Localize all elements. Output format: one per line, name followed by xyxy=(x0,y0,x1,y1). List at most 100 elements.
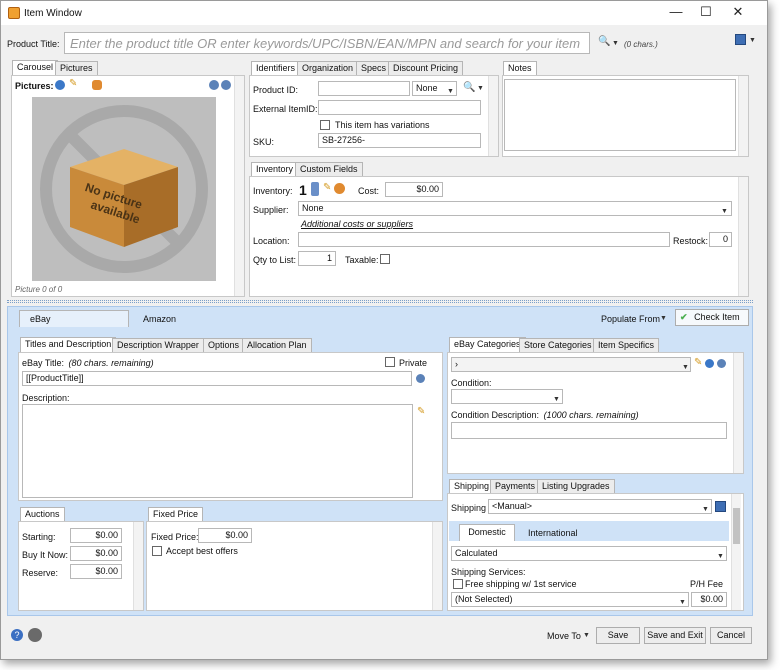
condition-description-input[interactable] xyxy=(451,422,727,439)
camera-icon[interactable] xyxy=(92,80,102,90)
shipping-scroll-thumb[interactable] xyxy=(733,508,740,544)
supplier-value: None xyxy=(302,203,324,213)
reserve-input[interactable]: $0.00 xyxy=(70,564,122,579)
title-options-icon[interactable] xyxy=(416,374,425,383)
tab-organization[interactable]: Organization xyxy=(297,61,359,75)
tab-carousel[interactable]: Carousel xyxy=(12,60,59,75)
free-shipping-checkbox[interactable] xyxy=(453,579,463,589)
location-input[interactable] xyxy=(298,232,670,247)
tab-item-specifics[interactable]: Item Specifics xyxy=(593,338,660,352)
populate-from-button[interactable]: Populate From xyxy=(601,314,660,324)
save-and-exit-button[interactable]: Save and Exit xyxy=(644,627,706,644)
edit-inventory-icon[interactable]: ✎ xyxy=(323,183,331,193)
tab-custom-fields[interactable]: Custom Fields xyxy=(295,162,363,176)
shipping-service-select[interactable]: (Not Selected) ▼ xyxy=(451,592,689,607)
notes-scrollbar[interactable] xyxy=(738,76,748,156)
inventory-scrollbar[interactable] xyxy=(738,177,748,296)
close-button[interactable]: ✕ xyxy=(723,1,753,25)
buy-it-now-input[interactable]: $0.00 xyxy=(70,546,122,561)
restock-input[interactable]: 0 xyxy=(709,232,732,247)
minimize-button[interactable]: — xyxy=(661,1,691,25)
tab-titles-description[interactable]: Titles and Description xyxy=(20,337,117,352)
product-id-input[interactable] xyxy=(318,81,410,96)
search-icon[interactable]: 🔍 xyxy=(598,37,610,47)
tab-ebay[interactable]: eBay xyxy=(19,310,129,327)
tab-listing-upgrades[interactable]: Listing Upgrades xyxy=(537,479,615,493)
tab-fixed-price[interactable]: Fixed Price xyxy=(148,507,204,522)
product-id-type-select[interactable]: None ▼ xyxy=(412,81,457,96)
tab-description-wrapper[interactable]: Description Wrapper xyxy=(112,338,204,352)
private-checkbox[interactable] xyxy=(385,357,395,367)
browse-category-icon[interactable] xyxy=(705,359,714,368)
picture-placeholder: No picture available xyxy=(32,97,216,281)
sku-input[interactable]: SB-27256- xyxy=(318,133,481,148)
variations-checkbox[interactable] xyxy=(320,120,330,130)
lookup-icon[interactable]: 🔍 xyxy=(463,83,475,93)
taxable-checkbox[interactable] xyxy=(380,254,390,264)
product-title-input[interactable]: Enter the product title OR enter keyword… xyxy=(64,32,590,54)
tab-ebay-categories[interactable]: eBay Categories xyxy=(449,337,526,352)
shipping-profile-select[interactable]: <Manual> ▼ xyxy=(488,499,712,514)
save-button[interactable]: Save xyxy=(596,627,640,644)
notes-textarea[interactable] xyxy=(504,79,736,151)
starting-input[interactable]: $0.00 xyxy=(70,528,122,543)
move-to-dropdown-icon[interactable]: ▼ xyxy=(583,632,590,639)
maximize-button[interactable]: ☐ xyxy=(691,1,721,25)
auctions-scrollbar[interactable] xyxy=(133,522,143,610)
tab-pictures[interactable]: Pictures xyxy=(55,61,98,75)
populate-from-dropdown-icon[interactable]: ▼ xyxy=(660,315,667,322)
edit-description-icon[interactable]: ✎ xyxy=(417,407,425,417)
media-reel-icon[interactable] xyxy=(28,628,42,642)
edit-picture-icon[interactable]: ✎ xyxy=(69,79,77,89)
description-textarea[interactable] xyxy=(22,404,413,498)
tab-payments[interactable]: Payments xyxy=(490,479,541,493)
category-select[interactable]: › ▼ xyxy=(451,357,691,372)
tab-notes[interactable]: Notes xyxy=(503,61,537,76)
condition-select[interactable]: ▼ xyxy=(451,389,563,404)
tab-options[interactable]: Options xyxy=(203,338,245,352)
external-id-input[interactable] xyxy=(318,100,481,115)
tab-allocation-plan[interactable]: Allocation Plan xyxy=(242,338,312,352)
qty-input[interactable]: 1 xyxy=(298,251,336,266)
tab-store-categories[interactable]: Store Categories xyxy=(519,338,597,352)
prev-picture-icon[interactable] xyxy=(209,80,219,90)
best-offer-checkbox[interactable] xyxy=(152,546,162,556)
cancel-button[interactable]: Cancel xyxy=(710,627,752,644)
additional-costs-link[interactable]: Additional costs or suppliers xyxy=(301,219,413,229)
help-icon[interactable]: ? xyxy=(11,629,23,641)
tab-specs[interactable]: Specs xyxy=(356,61,392,75)
save-icon[interactable] xyxy=(735,34,746,45)
move-to-button[interactable]: Move To xyxy=(547,631,581,641)
ph-fee-input[interactable]: $0.00 xyxy=(691,592,727,607)
carousel-scrollbar[interactable] xyxy=(234,76,244,296)
search-dropdown-icon[interactable]: ▼ xyxy=(612,40,619,47)
edit-category-icon[interactable]: ✎ xyxy=(694,358,702,368)
tab-amazon[interactable]: Amazon xyxy=(143,314,176,324)
fixed-price-scrollbar[interactable] xyxy=(432,522,442,610)
check-item-button[interactable]: ✔ Check Item xyxy=(675,309,749,326)
tab-discount-pricing[interactable]: Discount Pricing xyxy=(388,61,464,75)
tab-auctions[interactable]: Auctions xyxy=(20,507,65,522)
save-dropdown-icon[interactable]: ▼ xyxy=(749,37,756,44)
identifiers-scrollbar[interactable] xyxy=(488,76,498,156)
cost-input[interactable]: $0.00 xyxy=(385,182,443,197)
ebay-title-input[interactable]: [[ProductTitle]] xyxy=(22,371,412,386)
add-picture-icon[interactable] xyxy=(55,80,65,90)
stock-icon[interactable] xyxy=(311,182,319,196)
splitter[interactable] xyxy=(7,300,753,303)
tab-identifiers[interactable]: Identifiers xyxy=(251,61,301,76)
save-shipping-icon[interactable] xyxy=(715,501,726,512)
lookup-dropdown-icon[interactable]: ▼ xyxy=(477,85,484,92)
shipping-type-select[interactable]: Calculated ▼ xyxy=(451,546,727,561)
categories-scrollbar[interactable] xyxy=(733,353,743,473)
next-picture-icon[interactable] xyxy=(221,80,231,90)
history-icon[interactable] xyxy=(334,183,345,194)
fixed-price-input[interactable]: $0.00 xyxy=(198,528,252,543)
tab-international[interactable]: International xyxy=(528,528,578,538)
tab-shipping[interactable]: Shipping xyxy=(449,479,495,494)
tab-inventory[interactable]: Inventory xyxy=(251,162,299,177)
supplier-select[interactable]: None ▼ xyxy=(298,201,732,216)
tab-domestic[interactable]: Domestic xyxy=(459,524,515,541)
shipping-scrollbar[interactable] xyxy=(731,494,741,610)
category-info-icon[interactable] xyxy=(717,359,726,368)
